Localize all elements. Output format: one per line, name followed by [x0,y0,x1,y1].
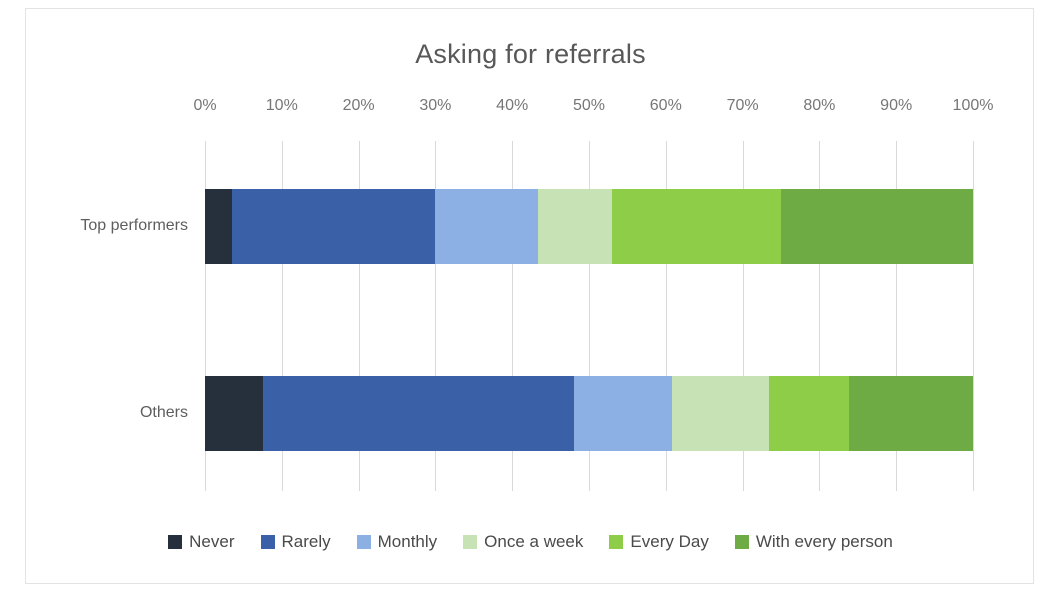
legend-label: Rarely [281,532,331,551]
gridline [973,141,974,491]
bar-segment-once-a-week[interactable] [671,376,769,451]
bar-segment-every-day[interactable] [612,189,781,264]
legend-label: Never [189,532,235,551]
legend-label: Monthly [377,532,438,551]
legend-swatch-icon [463,535,478,549]
legend-swatch-icon [168,535,183,549]
x-tick-label: 80% [803,97,836,114]
legend-label: Once a week [484,532,584,551]
bar-segment-with-every-person[interactable] [781,189,973,264]
bar-segment-rarely[interactable] [262,376,575,451]
legend-item-with-every-person[interactable]: With every person [734,532,893,552]
chart-container: Asking for referrals 0% 10% 20% 30% 40% 50% 60… [25,8,1034,584]
x-tick-label: 90% [880,97,913,114]
x-tick-label: 50% [572,97,606,114]
legend-item-once-a-week[interactable]: Once a week [463,532,583,552]
legend-label: Every Day [630,532,709,551]
legend-swatch-icon [609,535,624,549]
bar-segment-monthly[interactable] [435,189,538,264]
x-tick-label: 40% [496,97,529,114]
legend-item-never[interactable]: Never [168,532,235,552]
x-axis-tick-labels: 0% 10% 20% 30% 40% 50% 60% 70% 80% 90% 100% [193,97,993,119]
legend-item-every-day[interactable]: Every Day [609,532,709,552]
x-tick-label: 70% [726,97,759,114]
x-tick-label: 60% [649,97,682,114]
plot-area [205,141,974,491]
bar-segment-with-every-person[interactable] [848,376,973,451]
legend-swatch-icon [734,535,749,549]
chart-title: Asking for referrals [415,39,646,69]
bar-stack-others [205,376,973,451]
legend-item-rarely[interactable]: Rarely [260,532,331,552]
legend-label: With every person [755,532,893,551]
bar-segment-every-day[interactable] [768,376,849,451]
bar-segment-once-a-week[interactable] [537,189,613,264]
legend-item-monthly[interactable]: Monthly [356,532,438,552]
x-tick-label: 30% [419,97,452,114]
category-axis-labels: Top performers Others [26,141,188,491]
legend-swatch-icon [356,535,371,549]
x-tick-label: 0% [193,97,217,114]
legend-swatch-icon [260,535,275,549]
bar-segment-never[interactable] [205,189,232,264]
x-tick-label: 20% [342,97,375,114]
x-tick-label: 100% [952,97,994,114]
chart-legend: Never Rarely Monthly Once a week Every Day Wi… [26,532,1035,552]
x-tick-label: 10% [265,97,298,114]
bar-segment-monthly[interactable] [574,376,672,451]
bar-stack-top-performers [205,189,973,264]
bar-segment-never[interactable] [205,376,263,451]
category-label: Top performers [80,216,188,234]
category-label: Others [139,403,188,421]
bar-segment-rarely[interactable] [231,189,436,264]
